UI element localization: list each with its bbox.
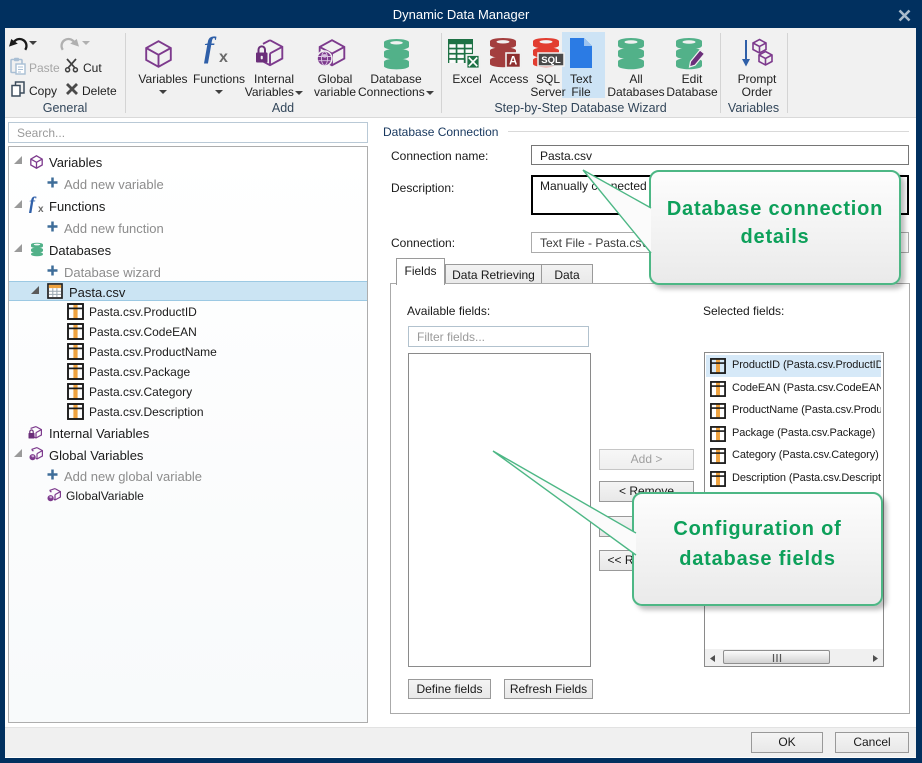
svg-text:A: A [509, 56, 517, 68]
svg-text:SQL: SQL [541, 55, 561, 66]
